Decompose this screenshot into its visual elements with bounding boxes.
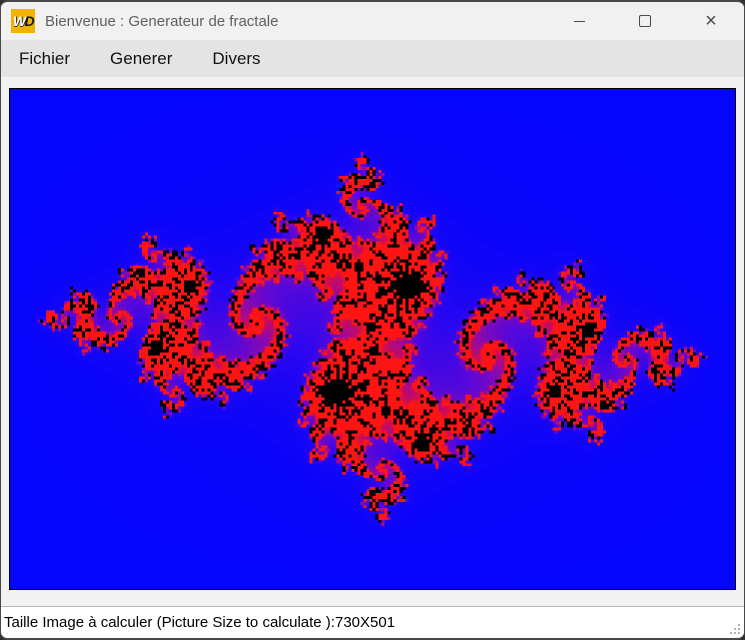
app-icon: WD bbox=[11, 9, 35, 33]
menu-item-fichier[interactable]: Fichier bbox=[19, 49, 70, 69]
window-controls: × bbox=[546, 2, 744, 40]
app-window: WD Bienvenue : Generateur de fractale × … bbox=[0, 0, 745, 640]
fractal-image bbox=[10, 89, 735, 589]
minimize-icon bbox=[574, 21, 585, 22]
maximize-button[interactable] bbox=[612, 2, 678, 40]
status-bar: Taille Image à calculer (Picture Size to… bbox=[1, 606, 744, 638]
status-text: Taille Image à calculer (Picture Size to… bbox=[4, 614, 395, 631]
minimize-button[interactable] bbox=[546, 2, 612, 40]
menu-bar: Fichier Generer Divers bbox=[1, 40, 744, 77]
resize-grip[interactable] bbox=[738, 632, 740, 634]
maximize-icon bbox=[639, 15, 651, 27]
app-icon-letter-d: D bbox=[25, 13, 34, 29]
menu-item-generer[interactable]: Generer bbox=[110, 49, 172, 69]
window-title: Bienvenue : Generateur de fractale bbox=[45, 13, 278, 30]
menu-item-divers[interactable]: Divers bbox=[212, 49, 260, 69]
close-button[interactable]: × bbox=[678, 2, 744, 40]
fractal-picture-frame bbox=[9, 88, 736, 590]
app-icon-letter-w: W bbox=[13, 13, 25, 29]
close-icon: × bbox=[705, 11, 717, 31]
title-bar: WD Bienvenue : Generateur de fractale × bbox=[1, 2, 744, 40]
